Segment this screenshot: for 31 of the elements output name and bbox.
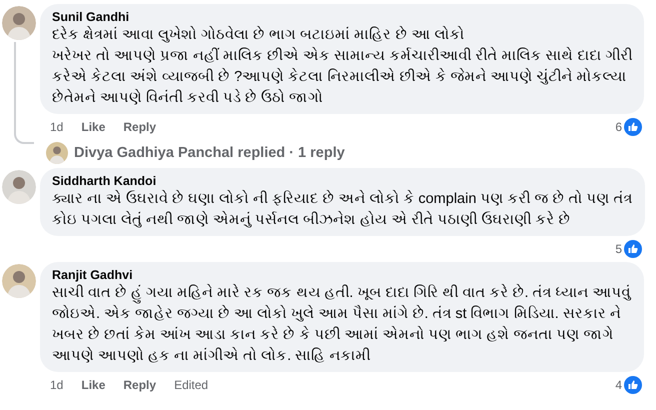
comment-author[interactable]: Ranjit Gadhvi xyxy=(52,267,632,283)
comment-action[interactable]: Reply xyxy=(123,120,156,134)
comment-author[interactable]: Sunil Gandhi xyxy=(52,9,632,25)
comment-time[interactable]: 1d xyxy=(50,120,64,134)
comment-text: આપણે આપણો હક ના માંગીએ તો લોક. સાહિ નકામી xyxy=(52,346,372,366)
comment-text: ખબર છે છતાં કેમ આંખ આડા કાન કરે છે કે પછી આમાં એમનો પણ ભાગ હશે જનતા પણ જાગે xyxy=(52,325,615,345)
comment-action[interactable]: Reply xyxy=(123,378,156,392)
comment-text: દરેક ક્ષેત્રમાં આવા લુખેશો ગોઠવેલા છે ભાગ બટાઇમાં માહિર છે આ લોકો xyxy=(52,25,466,45)
avatar xyxy=(2,170,36,204)
avatar xyxy=(2,264,36,298)
view-replies-link[interactable]: Divya Gadhiya Panchal replied · 1 reply xyxy=(74,145,345,161)
comment-text: ક્યાર ના એ ઉઘરાવે છે ઘણા લોકો ની ફરિયાદ છે અને લોકો કે complain પણ કરી જ છે તો પણ તંત્ર xyxy=(52,189,633,209)
like-icon xyxy=(624,240,642,258)
reaction-count: 4 xyxy=(615,378,622,392)
comment-time[interactable]: 1d xyxy=(50,378,64,392)
like-icon xyxy=(624,118,642,136)
avatar xyxy=(46,142,68,164)
comment-text: છેતેમને આપણે વિનંતી કરવી પડે છે ઉઠો જાગો xyxy=(52,88,324,108)
comment-text: સાચી વાત છે હું ગયા મહિને મારે રક જક થય હતી. ખૂબ દાદા ગિરિ થી વાત કરે છે. તંત્ર ધ્યાન આપવું xyxy=(52,283,632,304)
like-icon xyxy=(624,376,642,394)
reaction-count: 5 xyxy=(615,242,622,256)
avatar xyxy=(2,6,36,40)
comment-text: કોઇ પગલા લેતું નથી જાણે એમનું પર્સનલ બીઝનેશ હોય એ રીતે પઠાણી ઉઘરાણી કરે છે xyxy=(52,210,572,230)
edited-label[interactable]: Edited xyxy=(174,378,208,392)
comment-author[interactable]: Siddharth Kandoi xyxy=(52,173,633,189)
comment-text: કરેએ કેટલા અંશે વ્યાજબી છે ?આપણે કેટલા નિરમાલીએ છીએ કે જેમને આપણે ચુંટીને મોકલ્યા xyxy=(52,67,628,87)
comment-action[interactable]: Like xyxy=(81,378,106,392)
comment-text: જોઇએ. એક જાહેર જગ્યા છે આ લોકો ખુલે આમ પૈસા માંગે છે. તંત્ર st વિભાગ મિડિયા. સરકાર ને xyxy=(52,304,622,324)
comment-text: ખરેખર તો આપણે પ્રજા નહીં માલિક છીએ એક સામાન્ય કર્મચારીઆવી રીતે માલિક સાથે દાદા ગીરી xyxy=(52,46,632,66)
reaction-count: 6 xyxy=(615,120,622,134)
comment-action[interactable]: Like xyxy=(81,120,106,134)
